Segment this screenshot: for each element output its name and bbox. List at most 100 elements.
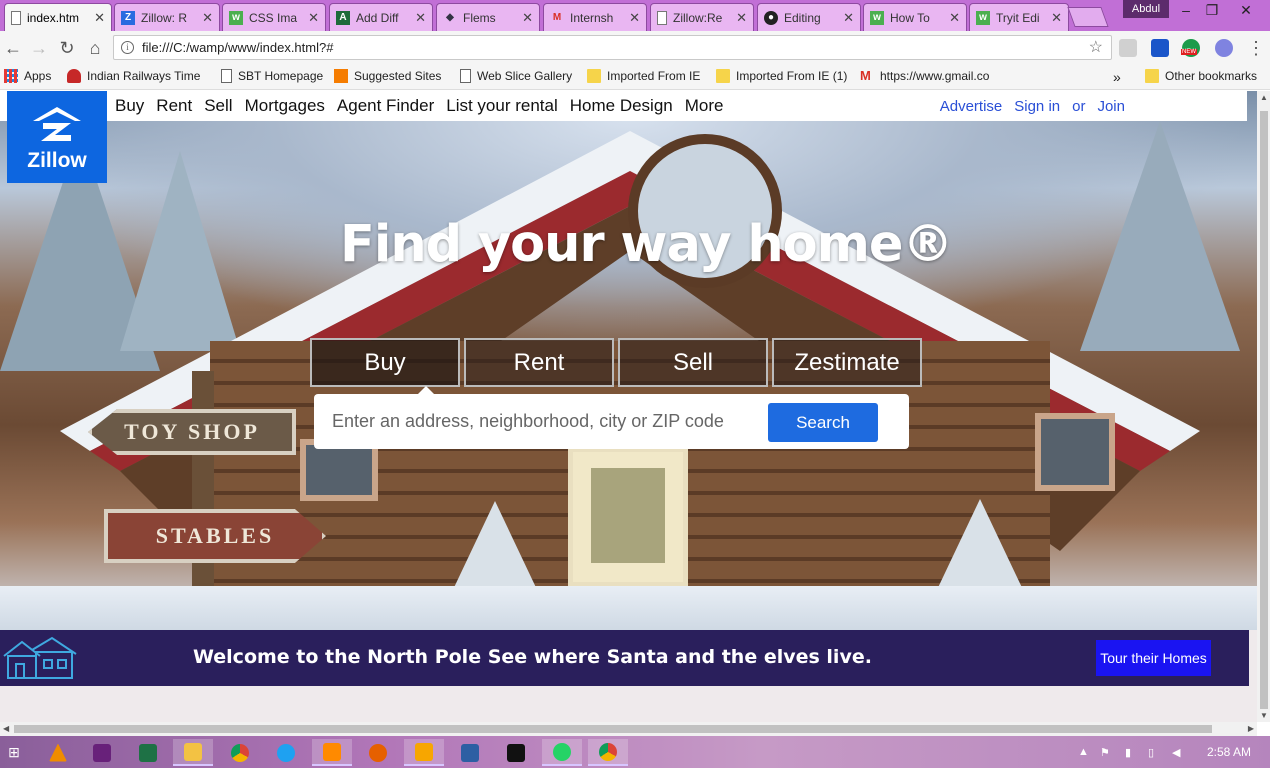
advertise-link[interactable]: Advertise: [940, 98, 1003, 115]
close-icon[interactable]: ✕: [202, 10, 213, 26]
whatsapp-icon[interactable]: [542, 739, 582, 766]
tab-zillow-re[interactable]: Zillow:Re ✕: [650, 3, 754, 31]
bookmark-suggested[interactable]: Suggested Sites: [334, 69, 441, 83]
search-tab-buy[interactable]: Buy: [310, 338, 460, 396]
bookmark-star-icon[interactable]: ☆: [1089, 36, 1103, 59]
forward-icon[interactable]: →: [28, 37, 50, 59]
chrome-active-icon[interactable]: [588, 739, 628, 766]
minimize-icon[interactable]: –: [1172, 0, 1200, 20]
volume-icon[interactable]: ◀: [1172, 746, 1180, 759]
nav-more[interactable]: More: [685, 96, 724, 116]
tab-how-to[interactable]: w How To ✕: [863, 3, 967, 31]
powershell-icon[interactable]: [450, 739, 490, 766]
tab-tryit[interactable]: w Tryit Edi ✕: [969, 3, 1069, 31]
search-tab-sell[interactable]: Sell: [618, 338, 768, 387]
close-icon[interactable]: ✕: [629, 10, 640, 26]
nav-rent[interactable]: Rent: [156, 96, 192, 116]
search-button[interactable]: Search: [768, 403, 878, 442]
restore-icon[interactable]: ❐: [1198, 0, 1226, 20]
reload-icon[interactable]: ↻: [56, 37, 78, 59]
nav-agent-finder[interactable]: Agent Finder: [337, 96, 434, 116]
web-extension-icon[interactable]: [1215, 39, 1233, 57]
nav-mortgages[interactable]: Mortgages: [245, 96, 325, 116]
tour-homes-button[interactable]: Tour their Homes: [1096, 640, 1211, 676]
user-profile-button[interactable]: Abdul: [1123, 0, 1169, 18]
nav-sell[interactable]: Sell: [204, 96, 232, 116]
bookmark-other[interactable]: Other bookmarks: [1145, 69, 1257, 83]
or-text: or: [1072, 97, 1086, 115]
media-player-icon[interactable]: [404, 739, 444, 766]
tab-zillow[interactable]: Z Zillow: R ✕: [114, 3, 220, 31]
bookmark-imported-ie-1[interactable]: Imported From IE (1): [716, 69, 847, 83]
tab-add-diff[interactable]: A Add Diff ✕: [329, 3, 433, 31]
close-icon[interactable]: ✕: [415, 10, 426, 26]
close-window-icon[interactable]: ✕: [1232, 0, 1260, 20]
file-explorer-icon[interactable]: [173, 739, 213, 766]
bookmark-gmail[interactable]: M https://www.gmail.co: [860, 69, 990, 84]
horizontal-scrollbar[interactable]: ◀ ▶: [0, 722, 1257, 736]
search-input[interactable]: [332, 406, 752, 436]
sign-in-link[interactable]: Sign in: [1014, 98, 1060, 115]
close-icon[interactable]: ✕: [522, 10, 533, 26]
vertical-scrollbar[interactable]: ▲ ▼: [1257, 91, 1270, 722]
join-link[interactable]: Join: [1097, 98, 1125, 115]
scroll-thumb[interactable]: [1260, 111, 1268, 709]
scroll-down-icon[interactable]: ▼: [1260, 711, 1268, 720]
tab-editing[interactable]: ● Editing ✕: [757, 3, 861, 31]
zillow-logo[interactable]: Zillow: [7, 91, 107, 183]
firefox-icon[interactable]: [358, 739, 398, 766]
command-prompt-icon[interactable]: [496, 739, 536, 766]
address-bar[interactable]: i file:///C:/wamp/www/index.html?# ☆: [113, 35, 1112, 60]
w3schools-icon: w: [229, 10, 243, 25]
tab-css[interactable]: w CSS Ima ✕: [222, 3, 326, 31]
sublime-text-icon[interactable]: [312, 739, 352, 766]
bookmark-extension-icon[interactable]: [1151, 39, 1169, 57]
menu-icon[interactable]: ⋮: [1245, 37, 1267, 59]
close-icon[interactable]: ✕: [949, 10, 960, 26]
close-icon[interactable]: ✕: [1051, 10, 1062, 26]
tab-index[interactable]: index.htm ✕: [4, 3, 112, 31]
nav-list-your-rental[interactable]: List your rental: [446, 96, 558, 116]
bookmark-web-slice[interactable]: Web Slice Gallery: [460, 69, 572, 83]
nav-home-design[interactable]: Home Design: [570, 96, 673, 116]
excel-icon[interactable]: [128, 739, 168, 766]
scroll-up-icon[interactable]: ▲: [1260, 93, 1268, 102]
extension-icon[interactable]: [1119, 39, 1137, 57]
windows-taskbar: ⊞ ▲ ⚑ ▮ ▯ ◀ 2:58 AM: [0, 736, 1270, 768]
vlc-icon[interactable]: [38, 739, 78, 766]
home-icon[interactable]: ⌂: [84, 37, 106, 59]
network-warning-icon[interactable]: ⚑: [1100, 746, 1110, 759]
wifi-signal-icon[interactable]: ▮: [1125, 746, 1131, 759]
search-tab-zestimate[interactable]: Zestimate: [772, 338, 922, 387]
info-icon[interactable]: i: [121, 41, 134, 54]
scroll-left-icon[interactable]: ◀: [3, 724, 9, 733]
tab-internship[interactable]: M Internsh ✕: [543, 3, 647, 31]
search-tab-rent[interactable]: Rent: [464, 338, 614, 387]
scroll-thumb[interactable]: [14, 725, 1212, 733]
internet-explorer-icon[interactable]: [266, 739, 306, 766]
battery-icon[interactable]: ▯: [1148, 746, 1154, 759]
chrome-icon[interactable]: [220, 739, 260, 766]
close-icon[interactable]: ✕: [843, 10, 854, 26]
close-icon[interactable]: ✕: [94, 10, 105, 26]
tab-flems[interactable]: ◆ Flems ✕: [436, 3, 540, 31]
back-icon[interactable]: ←: [2, 37, 24, 59]
nav-buy[interactable]: Buy: [115, 96, 144, 116]
visual-studio-icon[interactable]: [82, 739, 122, 766]
bookmark-apps[interactable]: Apps: [4, 69, 51, 83]
close-icon[interactable]: ✕: [736, 10, 747, 26]
bookmark-indian-railways[interactable]: Indian Railways Time: [67, 69, 200, 83]
railways-icon: [67, 69, 81, 83]
taskbar-clock[interactable]: 2:58 AM: [1207, 745, 1251, 759]
new-extension-icon[interactable]: NEW: [1181, 39, 1200, 57]
bookmark-label: https://www.gmail.co: [880, 69, 990, 83]
new-tab-button[interactable]: [1067, 7, 1109, 27]
bookmark-imported-ie[interactable]: Imported From IE: [587, 69, 700, 83]
bookmark-sbt[interactable]: SBT Homepage: [221, 69, 323, 83]
more-bookmarks-button[interactable]: »: [1113, 69, 1121, 85]
scroll-right-icon[interactable]: ▶: [1248, 724, 1254, 733]
windows-start-icon[interactable]: ⊞: [0, 739, 28, 766]
tray-chevron-icon[interactable]: ▲: [1078, 746, 1089, 758]
page-icon: [221, 69, 232, 83]
close-icon[interactable]: ✕: [308, 10, 319, 26]
